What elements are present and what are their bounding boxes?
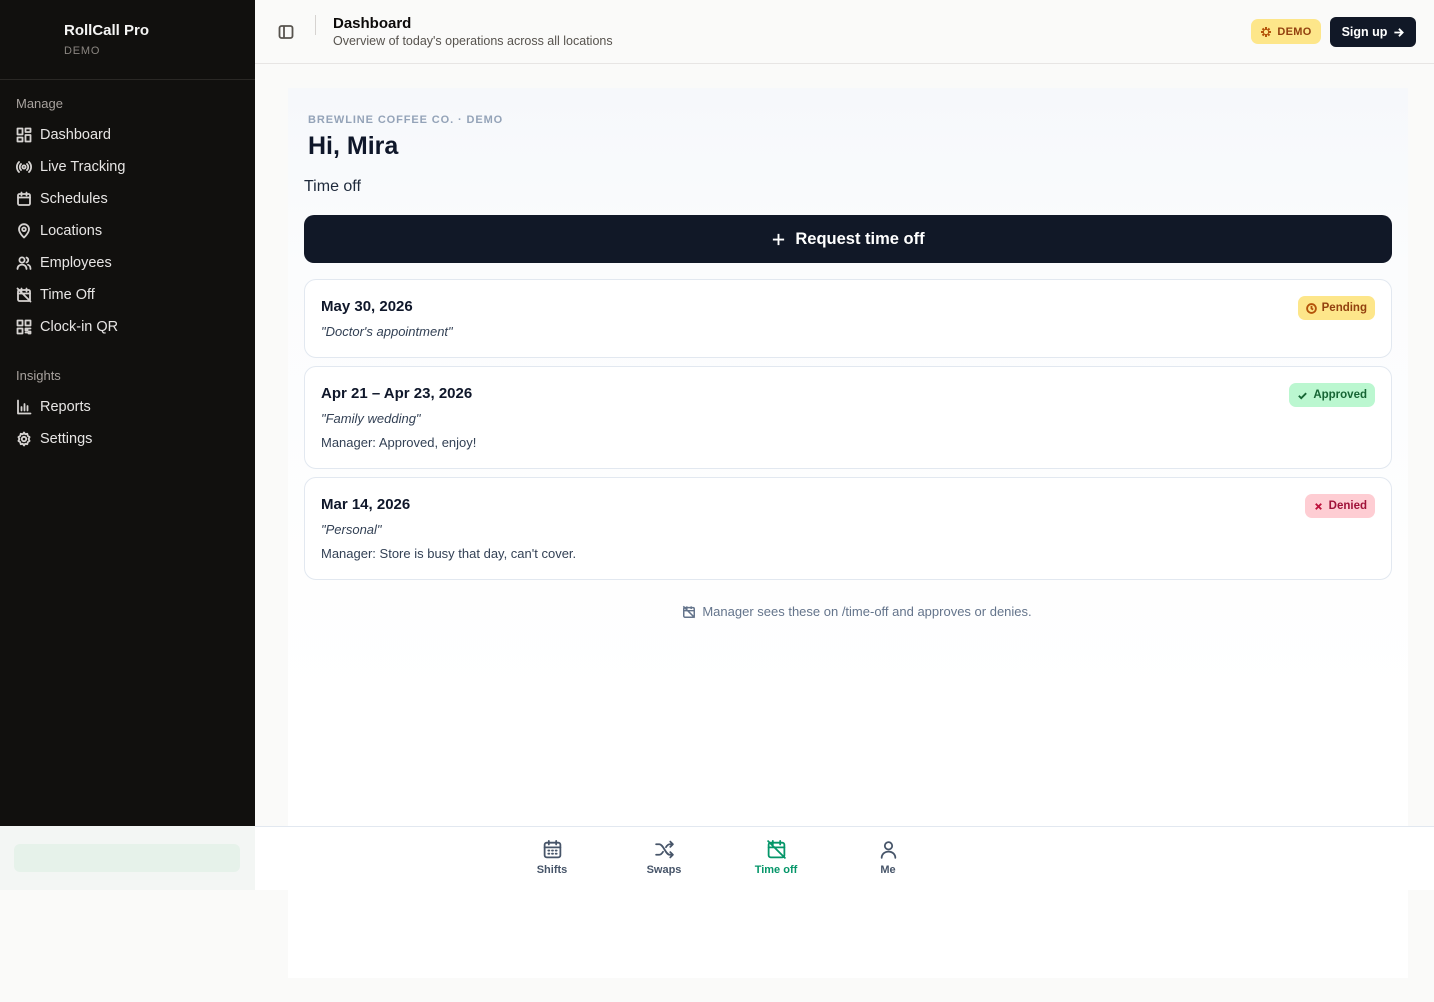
sidebar-item-label: Settings: [40, 431, 93, 447]
shuffle-icon: [654, 840, 674, 859]
status-label: Approved: [1313, 389, 1367, 401]
tab-label: Time off: [754, 864, 798, 876]
manager-note: Manager: Approved, enjoy!: [321, 435, 477, 450]
brand-name: RollCall Pro: [64, 22, 150, 39]
sidebar-item-label: Employees: [40, 255, 112, 271]
manager-note: Manager: Store is busy that day, can't c…: [321, 546, 577, 561]
status-label: Denied: [1328, 500, 1367, 512]
request-reason: "Doctor's appointment": [321, 324, 453, 339]
brand-subtitle: DEMO: [64, 45, 101, 57]
x-icon: [1314, 502, 1322, 510]
tab-time-off[interactable]: Time off: [736, 839, 816, 881]
qr-code-icon: [16, 319, 32, 335]
page-subtitle: Overview of today's operations across al…: [333, 34, 613, 48]
sidebar-footer-placeholder: [14, 844, 240, 872]
top-header: Dashboard Overview of today's operations…: [255, 0, 1434, 64]
request-reason: "Family wedding": [321, 411, 421, 426]
sparkle-icon: [1261, 26, 1272, 37]
sidebar-item-clock-in-qr[interactable]: Clock-in QR: [8, 312, 247, 342]
tab-label: Shifts: [536, 864, 568, 876]
calendar-off-icon: [16, 287, 32, 303]
time-off-request-card[interactable]: Apr 21 – Apr 23, 2026 "Family wedding" M…: [304, 366, 1392, 469]
bar-chart-icon: [16, 399, 32, 415]
request-date: Mar 14, 2026: [321, 496, 411, 513]
status-label: Pending: [1321, 302, 1367, 314]
map-pin-icon: [16, 223, 32, 239]
tab-label: Me: [880, 864, 896, 876]
sidebar-item-schedules[interactable]: Schedules: [8, 184, 247, 214]
sidebar-item-label: Live Tracking: [40, 159, 126, 175]
greeting: Hi, Mira: [308, 132, 399, 160]
sidebar-item-locations[interactable]: Locations: [8, 216, 247, 246]
users-icon: [16, 255, 32, 271]
user-icon: [880, 841, 896, 859]
calendar-off-icon: [766, 839, 786, 859]
arrow-right-icon: [1394, 27, 1405, 37]
status-badge: Pending: [1297, 296, 1375, 320]
tab-shifts[interactable]: Shifts: [512, 839, 592, 881]
sidebar-item-reports[interactable]: Reports: [8, 392, 247, 422]
brand: RollCall Pro DEMO: [0, 0, 255, 80]
sidebar-item-label: Time Off: [40, 287, 95, 303]
manager-info-text: Manager sees these on /time-off and appr…: [702, 604, 1032, 619]
clock-icon: [1305, 302, 1317, 314]
demo-badge-label: DEMO: [1277, 25, 1312, 38]
sidebar-toggle-button[interactable]: [275, 21, 297, 43]
sidebar-item-label: Locations: [40, 223, 103, 239]
plus-icon: [773, 233, 785, 245]
status-badge: Denied: [1304, 494, 1375, 518]
header-divider: [315, 15, 316, 35]
request-time-off-button[interactable]: Request time off: [304, 215, 1392, 263]
sign-up-button[interactable]: Sign up: [1330, 17, 1416, 47]
nav-section-insights: Insights: [16, 368, 61, 383]
sidebar-item-time-off[interactable]: Time Off: [8, 280, 247, 310]
company-eyebrow: BREWLINE COFFEE CO. · DEMO: [308, 114, 504, 126]
section-title: Time off: [304, 178, 361, 195]
nav-section-manage: Manage: [16, 96, 63, 111]
demo-badge: DEMO: [1251, 19, 1321, 44]
gear-icon: [16, 431, 32, 447]
tab-swaps[interactable]: Swaps: [624, 839, 704, 881]
request-date: May 30, 2026: [321, 298, 413, 315]
sidebar-item-label: Schedules: [40, 191, 108, 207]
calendar-icon: [16, 191, 32, 207]
manager-info-note: Manager sees these on /time-off and appr…: [288, 604, 1426, 619]
broadcast-icon: [16, 159, 32, 175]
calendar-icon: [543, 839, 561, 859]
tab-label: Swaps: [646, 864, 682, 876]
dashboard-icon: [16, 127, 32, 143]
sidebar-item-label: Clock-in QR: [40, 319, 119, 335]
check-icon: [1298, 392, 1308, 399]
sidebar-item-live-tracking[interactable]: Live Tracking: [8, 152, 247, 182]
sign-up-label: Sign up: [1341, 25, 1388, 39]
sidebar-item-employees[interactable]: Employees: [8, 248, 247, 278]
sidebar-item-settings[interactable]: Settings: [8, 424, 247, 454]
request-time-off-label: Request time off: [795, 229, 925, 248]
sidebar-item-label: Dashboard: [40, 127, 111, 143]
tab-me[interactable]: Me: [848, 839, 928, 881]
sidebar-item-label: Reports: [40, 399, 91, 415]
calendar-off-icon: [683, 605, 696, 618]
status-badge: Approved: [1289, 383, 1375, 407]
sidebar-item-dashboard[interactable]: Dashboard: [8, 120, 247, 150]
request-reason: "Personal": [321, 522, 382, 537]
bottom-tab-bar: Shifts Swaps Time off Me: [255, 826, 1434, 890]
request-date: Apr 21 – Apr 23, 2026: [321, 385, 473, 402]
page-title: Dashboard: [333, 15, 412, 32]
time-off-request-card[interactable]: May 30, 2026 "Doctor's appointment" Pend…: [304, 279, 1392, 358]
sidebar-footer: [0, 826, 255, 890]
panel-left-icon: [278, 25, 294, 39]
sidebar: RollCall Pro DEMO Manage Dashboard Live …: [0, 0, 255, 826]
time-off-request-card[interactable]: Mar 14, 2026 "Personal" Manager: Store i…: [304, 477, 1392, 580]
